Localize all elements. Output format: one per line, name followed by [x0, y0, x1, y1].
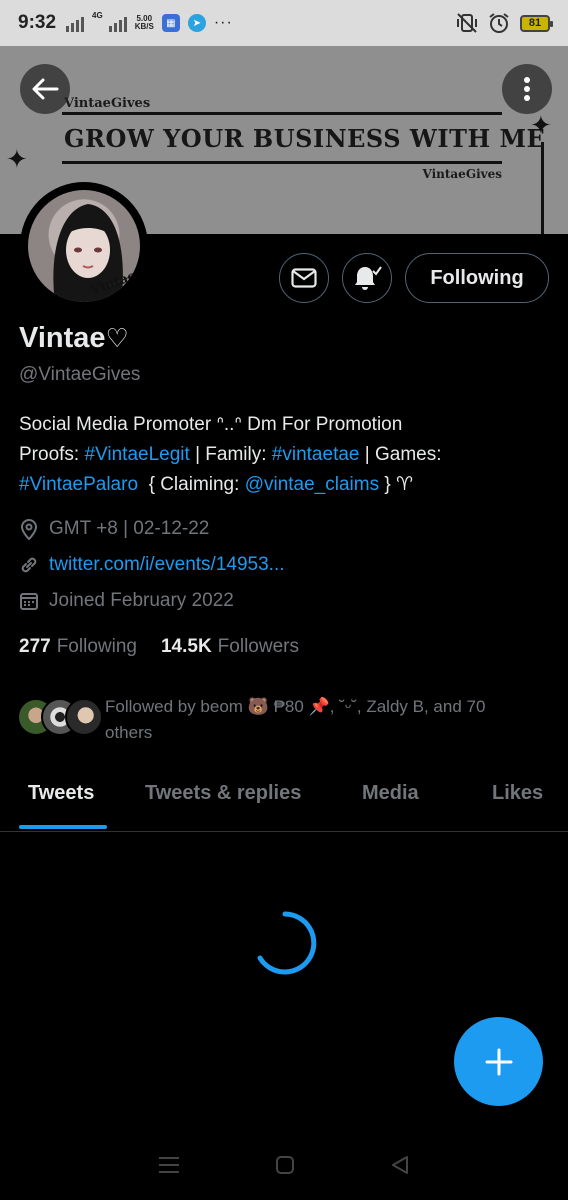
avatar-image: Vintae: [28, 190, 140, 302]
hashtag-vintaelegit[interactable]: #VintaeLegit: [84, 444, 189, 465]
signal-icon: [66, 14, 85, 32]
display-name-text: Vintae: [19, 322, 106, 354]
tab-likes[interactable]: Likes: [492, 782, 543, 805]
banner-brand-top: VintaeGives: [64, 96, 151, 111]
user-handle: @VintaeGives: [19, 364, 141, 385]
sparkle-icon: ✦: [6, 144, 28, 174]
bio-line-1: Social Media Promoter ᐢ..ᐢ Dm For Promot…: [19, 414, 403, 435]
followers-count-link[interactable]: 14.5K Followers: [161, 636, 299, 658]
calendar-icon: [20, 593, 38, 610]
vibrate-mute-icon: [457, 13, 477, 33]
location-text: GMT +8 | 02-12-22: [49, 518, 210, 539]
notification-bell-icon: [355, 266, 382, 290]
profile-tabs: Tweets Tweets & replies Media Likes: [0, 768, 568, 832]
message-icon: [291, 268, 317, 288]
profile-website: twitter.com/i/events/14953...: [19, 554, 285, 576]
back-arrow-icon: [32, 78, 59, 100]
loading-spinner-icon: [257, 911, 317, 975]
compose-plus-icon: [485, 1048, 512, 1075]
bio-line-2: Proofs: #VintaeLegit | Family: #vintaeta…: [19, 444, 442, 465]
overflow-icon: ···: [213, 14, 233, 31]
location-icon: [20, 519, 38, 540]
hashtag-vintaetae[interactable]: #vintaetae: [272, 444, 360, 465]
tab-tweets-replies[interactable]: Tweets & replies: [145, 782, 301, 805]
alarm-icon: [489, 13, 509, 33]
banner-headline: GROW YOUR BUSINESS WITH ME: [64, 124, 546, 153]
follow-counts: 277 Following 14.5K Followers: [19, 636, 299, 658]
profile-bio: Social Media Promoter ᐢ..ᐢ Dm For Promot…: [19, 410, 549, 500]
joined-text: Joined February 2022: [49, 590, 234, 611]
status-time: 9:32: [18, 12, 57, 33]
link-icon: [21, 557, 37, 573]
followed-by-text[interactable]: Followed by beom 🐻 ₱80 📌, ˘ᵕ˘, Zaldy B, …: [105, 694, 535, 746]
hashtag-vintaepalaro[interactable]: #VintaePalaro: [19, 474, 138, 495]
banner-rule-bottom: [62, 161, 502, 164]
following-count-link[interactable]: 277 Following: [19, 636, 137, 658]
banner-rule-vertical: [541, 142, 544, 234]
avatar: [65, 698, 103, 736]
profile-location: GMT +8 | 02-12-22: [19, 518, 209, 540]
banner-rule-top: [62, 112, 502, 115]
more-options-button[interactable]: [502, 64, 552, 114]
name-emoji: ♡: [105, 323, 129, 353]
message-button[interactable]: [279, 253, 329, 303]
system-navigation-bar: [0, 1130, 568, 1200]
active-tab-indicator: [19, 825, 107, 829]
banner-brand-bottom: VintaeGives: [422, 167, 502, 181]
telegram-icon: ➤: [187, 14, 206, 32]
display-name: Vintae♡: [19, 322, 129, 355]
signal-icon-2: [108, 14, 127, 32]
status-bar: 9:32 4G 5.00 KB/S ▦ ➤ ··· 81: [0, 0, 568, 46]
notifications-button[interactable]: [342, 253, 392, 303]
tab-media[interactable]: Media: [362, 782, 419, 805]
more-vertical-icon: [524, 77, 530, 101]
mention-vintae-claims[interactable]: @vintae_claims: [245, 474, 379, 495]
followed-by-avatars[interactable]: [17, 696, 103, 736]
bio-line-3: #VintaePalaro { Claiming: @vintae_claims…: [19, 474, 414, 495]
network-type: 4G: [92, 11, 103, 20]
calendar-app-icon: ▦: [161, 14, 180, 32]
battery-indicator: 81: [520, 14, 553, 32]
recent-apps-icon[interactable]: [158, 1156, 180, 1174]
back-button[interactable]: [20, 64, 70, 114]
sparkle-icon: ✦: [530, 110, 552, 140]
compose-tweet-button[interactable]: [454, 1017, 543, 1106]
back-nav-icon[interactable]: [390, 1155, 410, 1175]
following-button[interactable]: Following: [405, 253, 549, 303]
avatar[interactable]: Vintae: [20, 182, 148, 310]
home-icon[interactable]: [275, 1155, 295, 1175]
profile-joined-date: Joined February 2022: [19, 590, 234, 612]
tab-tweets[interactable]: Tweets: [28, 782, 94, 805]
website-link[interactable]: twitter.com/i/events/14953...: [49, 554, 285, 576]
network-speed: 5.00 KB/S: [134, 14, 154, 31]
